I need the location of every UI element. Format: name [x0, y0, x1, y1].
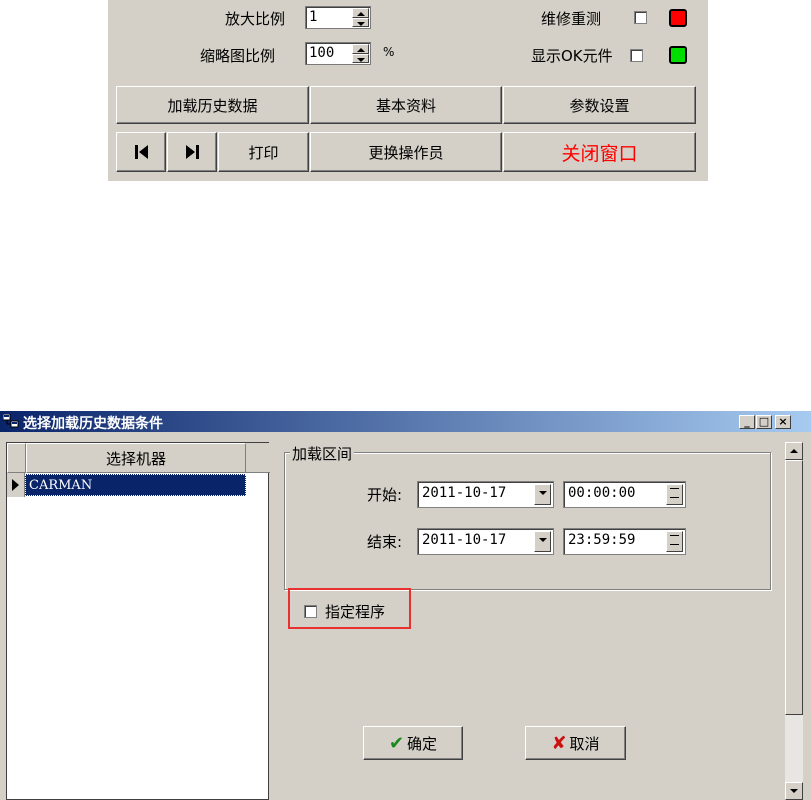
time-spin-buttons[interactable] [666, 484, 683, 505]
end-time-value: 23:59:59 [568, 532, 636, 548]
zoom-value: 1 [309, 9, 318, 25]
skip-next-icon [185, 145, 199, 159]
column-header-machine[interactable]: 选择机器 [26, 443, 246, 473]
spin-up-icon[interactable] [352, 44, 369, 54]
app-window-icon [2, 413, 19, 428]
last-record-button[interactable] [167, 132, 217, 172]
percent-unit: % [383, 45, 395, 59]
zoom-label: 放大比例 [225, 10, 286, 28]
load-range-title: 加载区间 [290, 443, 355, 464]
row-indicator-icon [7, 473, 25, 497]
load-history-dialog: 选择加载历史数据条件 _ □ × 选择机器 CARMAN 加载区间 开始: 20… [0, 411, 811, 800]
close-window-button[interactable]: 关闭窗口 [503, 132, 696, 172]
change-operator-button[interactable]: 更换操作员 [310, 132, 502, 172]
cancel-label: 取消 [569, 734, 600, 753]
chevron-down-icon[interactable] [534, 531, 551, 552]
specify-program-checkbox[interactable] [304, 605, 317, 618]
show-ok-checkbox[interactable] [630, 49, 643, 62]
ok-button[interactable]: ✔ 确定 [363, 726, 463, 760]
param-settings-button[interactable]: 参数设置 [503, 86, 696, 124]
dialog-title: 选择加载历史数据条件 [23, 416, 163, 432]
time-spin-buttons[interactable] [666, 531, 683, 552]
basic-info-button[interactable]: 基本资料 [310, 86, 502, 124]
x-mark-icon: ✘ [551, 732, 567, 754]
end-date-picker[interactable]: 2011-10-17 [417, 528, 554, 555]
first-record-button[interactable] [116, 132, 166, 172]
cancel-button[interactable]: ✘ 取消 [525, 726, 626, 760]
end-label: 结束: [367, 533, 403, 551]
end-date-value: 2011-10-17 [422, 532, 507, 548]
scroll-down-icon[interactable] [785, 782, 803, 800]
start-date-value: 2011-10-17 [422, 485, 507, 501]
thumbnail-scale-value: 100 [309, 45, 335, 61]
chevron-down-icon[interactable] [534, 484, 551, 505]
table-row[interactable]: CARMAN [7, 473, 270, 497]
zoom-spin-buttons[interactable] [351, 8, 369, 27]
grid-header: 选择机器 [7, 443, 270, 473]
title-bar[interactable]: 选择加载历史数据条件 _ □ × [0, 411, 811, 432]
close-icon[interactable]: × [775, 415, 791, 429]
scroll-thumb[interactable] [785, 460, 803, 715]
spin-down-icon[interactable] [352, 53, 369, 63]
print-button[interactable]: 打印 [218, 132, 309, 172]
grid-corner-cell [7, 443, 26, 473]
start-time-value: 00:00:00 [568, 485, 636, 501]
green-indicator-icon [669, 46, 687, 64]
end-time-field[interactable]: 23:59:59 [563, 528, 686, 555]
retest-checkbox[interactable] [634, 11, 647, 24]
start-time-field[interactable]: 00:00:00 [563, 481, 686, 508]
load-history-button[interactable]: 加载历史数据 [116, 86, 309, 124]
zoom-spinner[interactable]: 1 [305, 6, 371, 29]
top-toolbar-panel: 放大比例 1 维修重测 缩略图比例 100 % 显示OK元件 加载历史数据 基本… [108, 0, 708, 181]
show-ok-label: 显示OK元件 [531, 47, 613, 65]
thumbnail-scale-spinner[interactable]: 100 [305, 42, 371, 65]
load-range-group [284, 452, 771, 590]
minimize-icon[interactable]: _ [739, 415, 755, 429]
machine-cell[interactable]: CARMAN [25, 474, 246, 496]
start-date-picker[interactable]: 2011-10-17 [417, 481, 554, 508]
red-indicator-icon [669, 9, 687, 27]
spin-down-icon[interactable] [352, 17, 369, 27]
retest-label: 维修重测 [541, 10, 602, 28]
skip-previous-icon [134, 145, 148, 159]
vertical-scrollbar[interactable] [785, 442, 803, 800]
scroll-up-icon[interactable] [785, 442, 803, 460]
thumbnail-spin-buttons[interactable] [351, 44, 369, 63]
thumbnail-scale-label: 缩略图比例 [200, 47, 276, 65]
spin-up-icon[interactable] [352, 8, 369, 18]
start-label: 开始: [367, 486, 403, 504]
maximize-icon[interactable]: □ [756, 415, 772, 429]
specify-program-label[interactable]: 指定程序 [325, 601, 385, 622]
machine-grid[interactable]: 选择机器 CARMAN [6, 442, 270, 800]
checkmark-icon: ✔ [388, 732, 405, 754]
ok-label: 确定 [407, 734, 438, 753]
